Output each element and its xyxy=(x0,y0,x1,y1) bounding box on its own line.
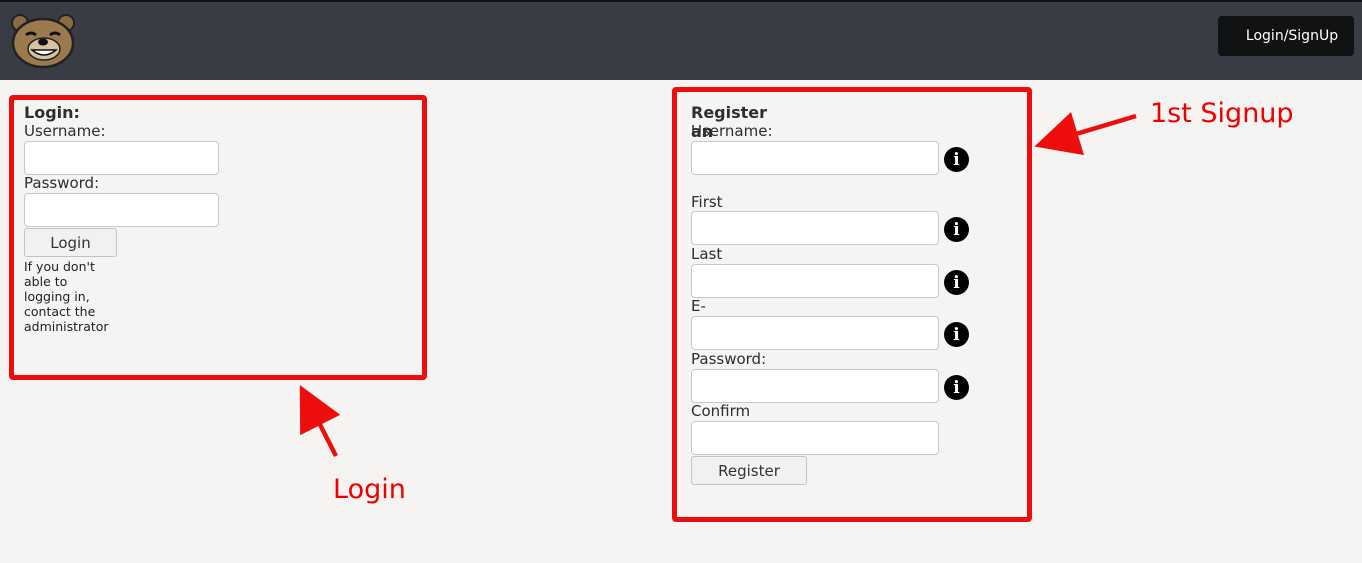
login-annotation: Login xyxy=(333,474,406,505)
login-arrow-icon xyxy=(299,384,341,458)
annotation-arrows xyxy=(299,111,1137,458)
signup-arrow-icon xyxy=(1034,111,1137,156)
signup-annotation: 1st Signup xyxy=(1150,98,1294,129)
